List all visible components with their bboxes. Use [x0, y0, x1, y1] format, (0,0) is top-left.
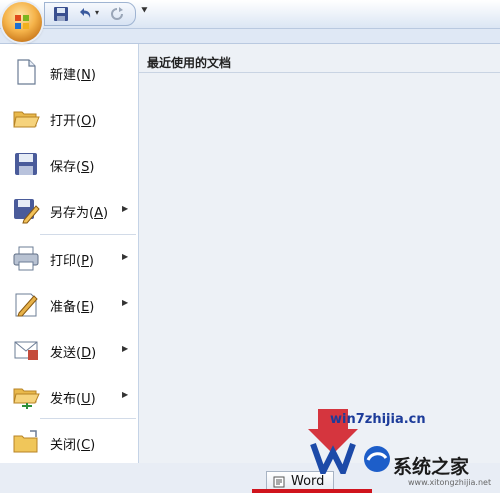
title-bar: ▾ ⯆ — [0, 0, 500, 42]
menu-item-send[interactable]: 发送(D) ▶ — [0, 328, 138, 372]
submenu-arrow-icon: ▶ — [122, 204, 129, 213]
undo-icon[interactable] — [77, 6, 93, 22]
printer-icon — [13, 246, 39, 271]
menu-item-close[interactable]: 关闭(C) — [0, 420, 138, 464]
publish-folder-icon — [13, 388, 40, 409]
menu-item-save-as[interactable]: 另存为(A) ▶ — [0, 188, 138, 232]
save-as-icon — [14, 199, 40, 224]
menu-item-new[interactable]: 新建(N) — [0, 50, 138, 94]
save-disk-icon — [15, 153, 37, 175]
prepare-pen-icon — [15, 293, 38, 317]
recent-divider — [139, 72, 500, 73]
submenu-arrow-icon: ▶ — [122, 390, 129, 399]
save-icon[interactable] — [53, 6, 69, 22]
send-mail-icon — [14, 341, 38, 360]
menu-item-save[interactable]: 保存(S) — [0, 142, 138, 186]
watermark-site: win7zhijia.cn — [330, 412, 426, 427]
close-folder-icon — [13, 430, 38, 453]
submenu-arrow-icon: ▶ — [122, 252, 129, 261]
submenu-arrow-icon: ▶ — [122, 344, 129, 353]
watermark-swirl-icon — [364, 446, 390, 472]
menu-item-print[interactable]: 打印(P) ▶ — [0, 236, 138, 280]
watermark-url: www.xitongzhijia.net — [408, 478, 492, 487]
submenu-arrow-icon: ▶ — [122, 298, 129, 307]
quick-access-toolbar: ▾ — [44, 2, 136, 26]
new-document-icon — [17, 59, 36, 85]
office-button[interactable] — [2, 2, 42, 42]
menu-item-publish[interactable]: 发布(U) ▶ — [0, 374, 138, 418]
watermark: win7zhijia.cn 系统之家 www.xitongzhijia.net — [300, 400, 500, 493]
watermark-brand: 系统之家 — [393, 456, 470, 478]
undo-dropdown-icon[interactable]: ▾ — [95, 8, 99, 17]
word-document-icon — [273, 476, 285, 488]
open-folder-icon — [13, 111, 40, 128]
redo-icon[interactable] — [109, 6, 125, 22]
menu-item-prepare[interactable]: 准备(E) ▶ — [0, 282, 138, 326]
office-logo-icon — [15, 15, 29, 29]
recent-documents-title: 最近使用的文档 — [147, 56, 232, 70]
menu-separator — [40, 234, 136, 235]
customize-toolbar-icon[interactable]: ⯆ — [140, 4, 149, 18]
menu-item-open[interactable]: 打开(O) — [0, 96, 138, 140]
menu-commands: 新建(N) 打开(O) 保存(S) 另存为(A) ▶ 打印(P) ▶ 准备(E)… — [0, 44, 139, 464]
menu-separator — [40, 418, 136, 419]
